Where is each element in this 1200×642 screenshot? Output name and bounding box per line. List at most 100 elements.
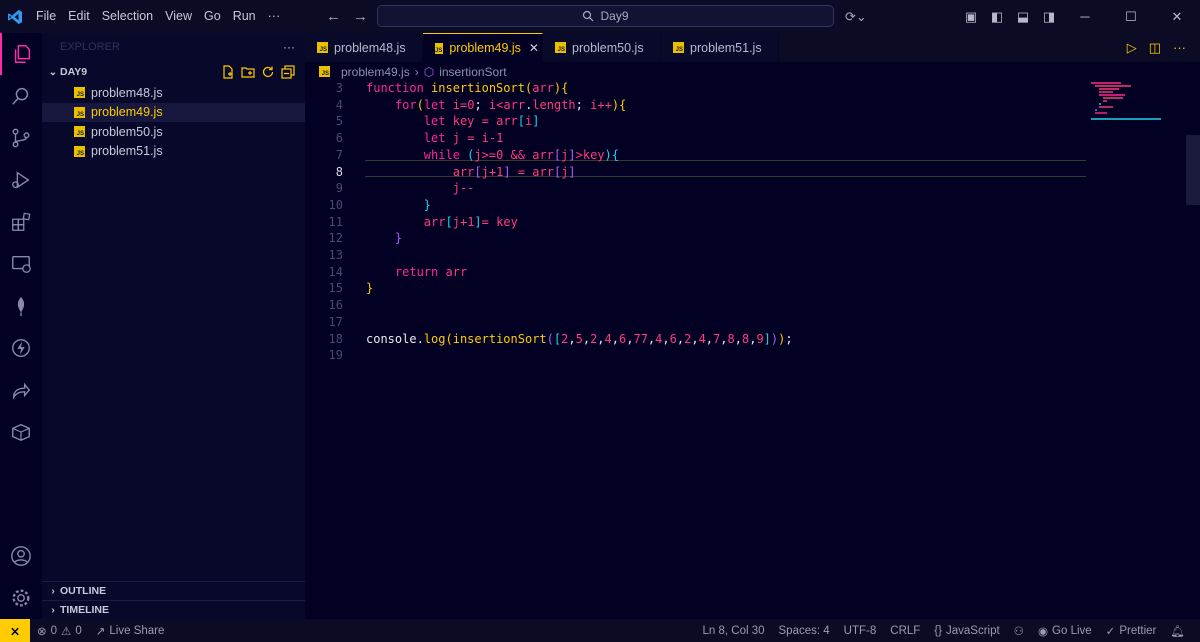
copilot-status-icon[interactable]: ⚇ [1007,624,1031,638]
code-line[interactable]: 6 let j = i-1 [305,131,1090,148]
file-name: problem51.js [91,144,163,159]
minimap[interactable] [1091,81,1186,171]
file-item-problem50[interactable]: JS problem50.js [42,122,305,142]
encoding[interactable]: UTF-8 [837,625,884,637]
line-number: 15 [328,281,343,296]
file-item-problem49[interactable]: JS problem49.js [42,102,305,122]
live-share-button[interactable]: ↗ Live Share [89,624,172,638]
go-live-button[interactable]: ◉ Go Live [1031,624,1099,638]
file-name: problem50.js [91,124,163,139]
run-debug-icon[interactable] [0,159,42,201]
sidebar-bottom-sections: › OUTLINE › TIMELINE [42,581,305,619]
code-line[interactable]: 16 [305,298,1090,315]
code-line[interactable]: 9 j-- [305,181,1090,198]
code-line[interactable]: 3 function insertionSort(arr){ [305,81,1090,98]
editor-tabs: JS problem48.js JS problem49.js ✕ JS pro… [305,33,1200,62]
refresh-icon[interactable] [261,65,275,79]
docker-icon[interactable] [0,411,42,453]
remote-explorer-icon[interactable] [0,243,42,285]
scrollbar-thumb[interactable] [1186,135,1200,205]
language-mode[interactable]: {} JavaScript [927,625,1006,637]
customize-layout-icon[interactable]: ▣ [958,0,984,33]
split-editor-icon[interactable]: ◫ [1149,40,1161,56]
indentation[interactable]: Spaces: 4 [772,625,837,637]
minimize-icon[interactable]: ─ [1062,0,1108,33]
code-line[interactable]: 14 return arr [305,265,1090,282]
code-line[interactable]: 13 [305,248,1090,265]
end-of-line[interactable]: CRLF [883,625,927,637]
close-tab-icon[interactable]: ✕ [529,41,539,55]
tab-problem48[interactable]: JS problem48.js [305,33,423,62]
source-control-icon[interactable] [0,117,42,159]
menu-selection[interactable]: Selection [96,0,159,33]
forward-arrow-icon[interactable]: → [353,8,368,25]
code-line[interactable]: 11 arr[j+1]= key [305,215,1090,232]
line-content: for(let i=0; i<arr.length; i++){ [394,97,627,112]
code-line[interactable]: 10 } [305,198,1090,215]
code-line[interactable]: 17 [305,315,1090,332]
command-center-search[interactable]: Day9 [377,5,834,27]
remote-indicator-icon[interactable]: ⨯ [0,619,30,642]
tab-problem49[interactable]: JS problem49.js ✕ [423,33,543,62]
check-double-icon: ✓ [1105,625,1116,638]
prettier-label: Prettier [1119,624,1157,637]
menu-edit[interactable]: Edit [62,0,96,33]
file-item-problem51[interactable]: JS problem51.js [42,142,305,162]
file-item-problem48[interactable]: JS problem48.js [42,83,305,103]
warning-icon: ⚠ [61,625,72,638]
folder-day9[interactable]: ⌄ DAY9 [42,61,305,83]
timeline-section[interactable]: › TIMELINE [42,600,305,619]
new-file-icon[interactable] [221,65,235,79]
menu-more[interactable]: ··· [262,0,287,33]
code-line[interactable]: 12 } [305,231,1090,248]
code-line[interactable]: 4 for(let i=0; i<arr.length; i++){ [305,98,1090,115]
copilot-icon[interactable]: ⟳⌄ [845,9,867,25]
menu-view[interactable]: View [159,0,198,33]
menu-go[interactable]: Go [198,0,227,33]
code-line[interactable]: 15} [305,281,1090,298]
tab-problem51[interactable]: JS problem51.js [661,33,779,62]
account-icon[interactable] [0,535,42,577]
live-share-sidebar-icon[interactable] [0,369,42,411]
vscode-logo-icon [0,0,30,33]
code-line[interactable]: 8 arr[j+1] = arr[j] [305,165,1090,182]
problems-indicator[interactable]: ⊗ 0 ⚠ 0 [30,624,89,638]
menu-file[interactable]: File [30,0,62,33]
toggle-panel-icon[interactable]: ⬓ [1010,0,1036,33]
code-line[interactable]: 7 while (j>=0 && arr[j]>key){ [305,148,1090,165]
extensions-icon[interactable] [0,201,42,243]
toggle-sidebar-icon[interactable]: ◧ [984,0,1010,33]
cursor-position[interactable]: Ln 8, Col 30 [696,625,772,637]
outline-section[interactable]: › OUTLINE [42,581,305,600]
toggle-secondary-sidebar-icon[interactable]: ◨ [1036,0,1062,33]
notifications-bell-icon[interactable]: 🔔︎ [1163,624,1192,638]
mongodb-leaf-icon[interactable] [0,285,42,327]
tab-problem50[interactable]: JS problem50.js [543,33,661,62]
vertical-scrollbar[interactable] [1186,81,1200,619]
code-line[interactable]: 18 console.log(insertionSort([2,5,2,4,6,7… [305,332,1090,349]
language-label: JavaScript [945,624,1000,637]
code-line[interactable]: 19 [305,348,1090,365]
new-folder-icon[interactable] [241,65,255,79]
menu-run[interactable]: Run [227,0,262,33]
editor-more-icon[interactable]: ··· [1173,40,1186,55]
collapse-all-icon[interactable] [281,65,295,79]
chevron-right-icon: › [414,64,419,79]
prettier-button[interactable]: ✓ Prettier [1099,624,1164,638]
settings-gear-icon[interactable] [0,577,42,619]
search-icon [583,10,594,22]
breadcrumb-symbol[interactable]: insertionSort [439,65,506,79]
explorer-more-icon[interactable]: ··· [283,40,295,54]
run-file-icon[interactable]: ▷ [1127,40,1137,56]
search-sidebar-icon[interactable] [0,75,42,117]
code-line[interactable]: 5 let key = arr[i] [305,114,1090,131]
close-window-icon[interactable]: ✕ [1154,0,1200,33]
back-arrow-icon[interactable]: ← [326,8,341,25]
breadcrumb-file[interactable]: problem49.js [341,65,410,79]
thunder-client-icon[interactable] [0,327,42,369]
line-content: arr[j+1]= key [423,214,518,229]
maximize-icon[interactable]: ☐ [1108,0,1154,33]
line-content: arr[j+1] = arr[j] [452,164,576,179]
line-number: 3 [335,81,343,95]
explorer-icon[interactable] [0,33,42,75]
